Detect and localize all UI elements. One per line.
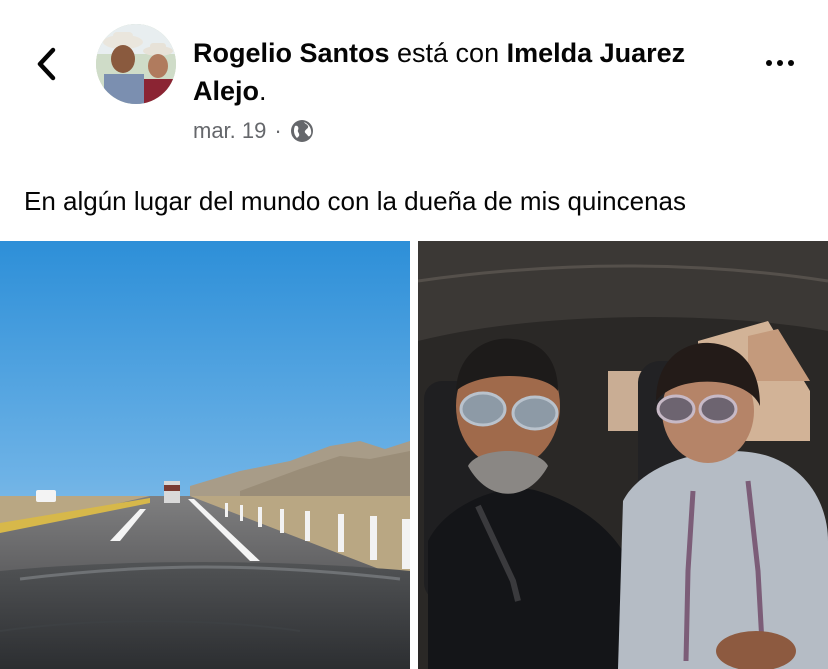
- post-meta: mar. 19 ·: [193, 116, 314, 146]
- more-horizontal-icon-dot: [766, 60, 772, 66]
- globe-icon[interactable]: [290, 119, 314, 143]
- car-selfie-image: [418, 241, 828, 669]
- more-options-button[interactable]: [760, 48, 800, 78]
- avatar[interactable]: [96, 24, 176, 104]
- highway-photo[interactable]: [0, 241, 410, 669]
- avatar-image: [96, 24, 176, 104]
- chevron-left-icon: [37, 47, 56, 81]
- more-horizontal-icon-dot: [788, 60, 794, 66]
- highway-image: [0, 241, 410, 669]
- post-date[interactable]: mar. 19: [193, 118, 266, 144]
- author-name[interactable]: Rogelio Santos: [193, 38, 390, 68]
- meta-separator: ·: [274, 118, 282, 143]
- more-horizontal-icon-dot: [777, 60, 783, 66]
- end-punctuation: .: [259, 76, 267, 106]
- post-author-line: Rogelio Santos está con Imelda Juarez Al…: [193, 34, 753, 110]
- car-selfie-photo[interactable]: [418, 241, 828, 669]
- back-button[interactable]: [28, 44, 64, 84]
- with-connector: está con: [389, 38, 507, 68]
- post-caption: En algún lugar del mundo con la dueña de…: [24, 186, 687, 216]
- post-header: Rogelio Santos está con Imelda Juarez Al…: [0, 0, 828, 170]
